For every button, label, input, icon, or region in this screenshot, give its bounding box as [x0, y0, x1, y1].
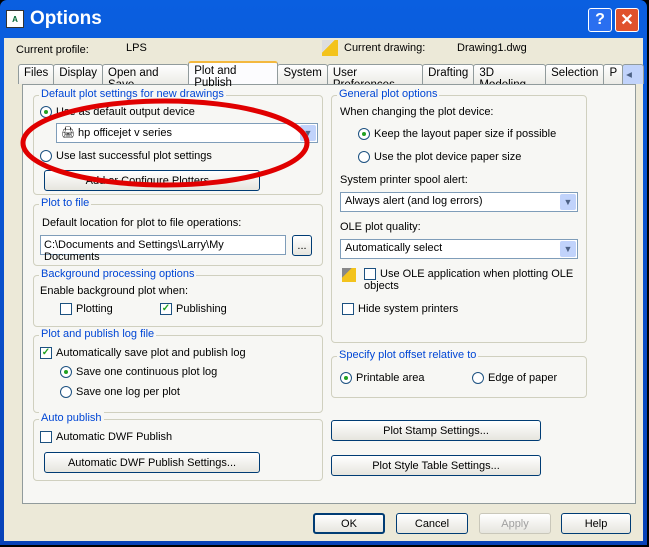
tab-plot-and-publish[interactable]: Plot and Publish [188, 61, 279, 89]
red-annotation-ellipse [20, 98, 310, 188]
